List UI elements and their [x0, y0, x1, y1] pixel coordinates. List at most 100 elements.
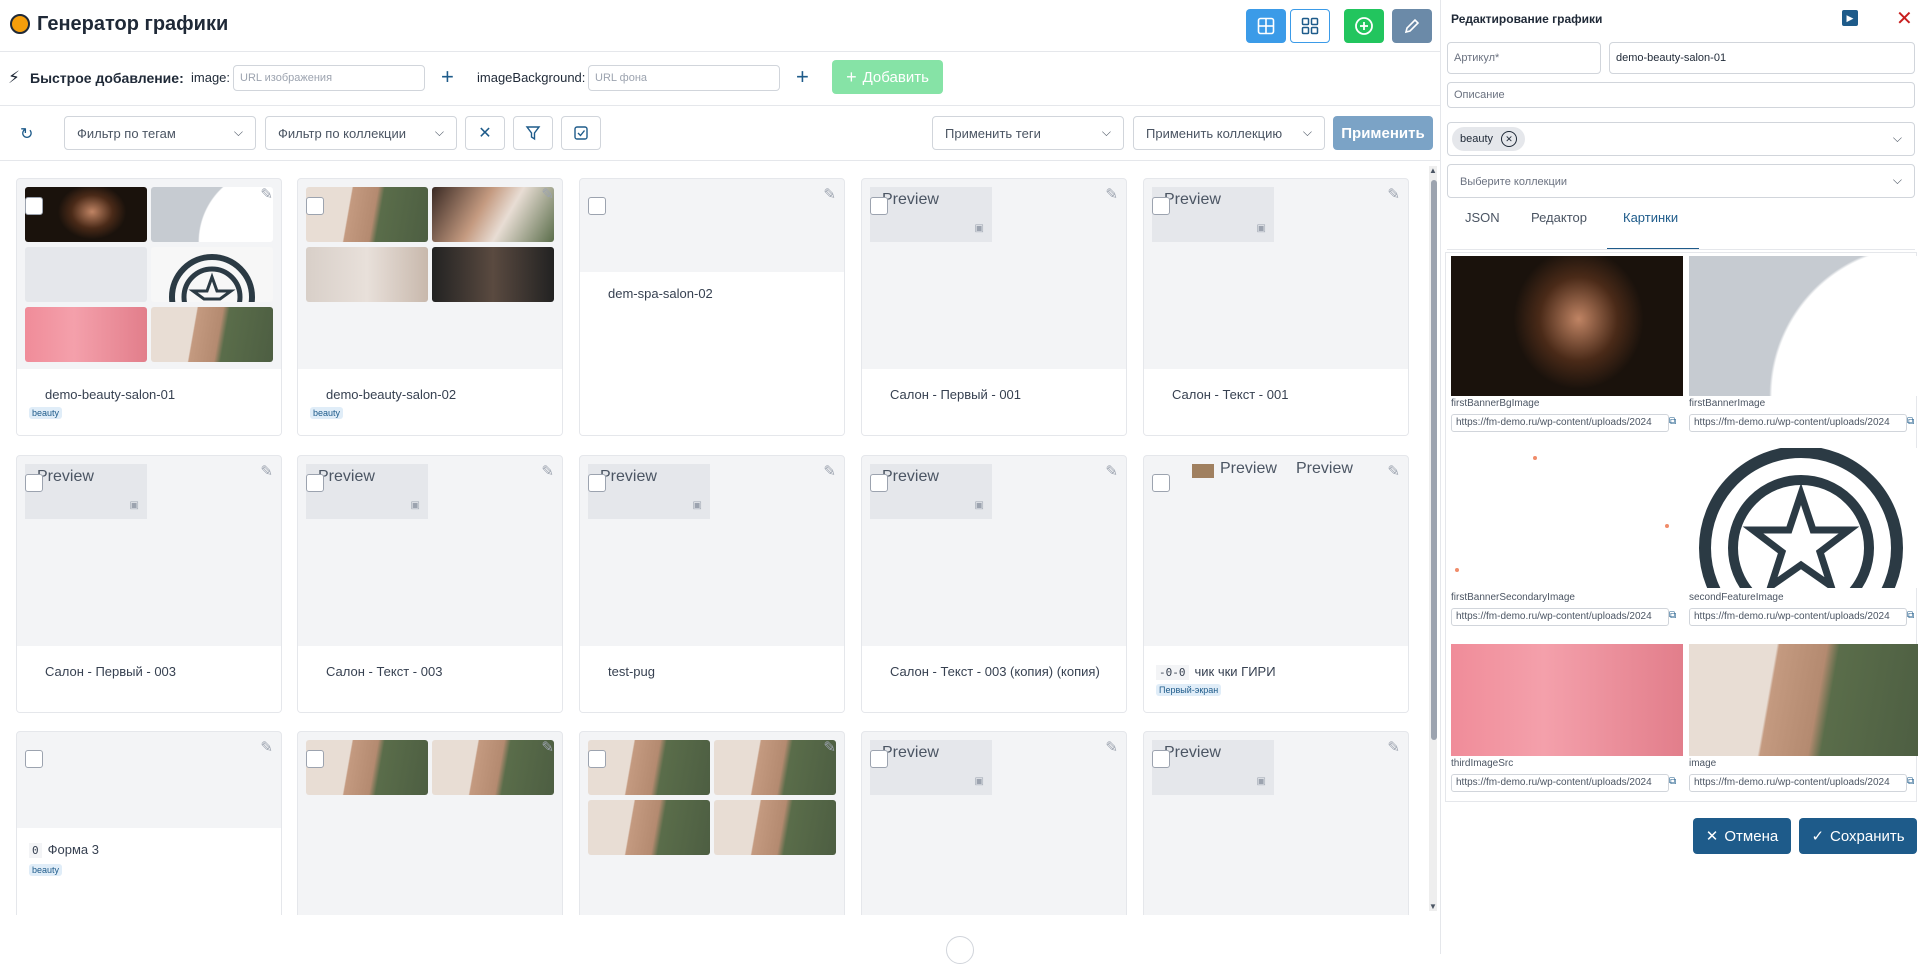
refresh-icon[interactable]: ↻ — [20, 124, 33, 144]
broken-preview-image: Preview ▣ — [306, 464, 428, 519]
copy-icon[interactable]: ⧉ — [1669, 416, 1676, 427]
card-checkbox[interactable] — [1152, 474, 1170, 492]
pencil-icon[interactable]: ✎ — [260, 738, 273, 756]
apply-button[interactable]: Применить — [1333, 116, 1433, 150]
pencil-icon[interactable]: ✎ — [1105, 462, 1118, 480]
clear-filters-button[interactable]: ✕ — [465, 116, 505, 150]
graphic-card[interactable]: Preview ▣ ✎ Салон - Текст - 001 — [1143, 178, 1409, 436]
image-url-field[interactable]: https://fm-demo.ru/wp-content/uploads/20… — [1689, 774, 1907, 792]
pencil-icon[interactable]: ✎ — [1387, 185, 1400, 203]
copy-icon[interactable]: ⧉ — [1669, 610, 1676, 621]
graphic-card[interactable]: Preview ▣ ✎ Салон - Текст - 003 (копия) (… — [861, 455, 1127, 713]
copy-icon[interactable]: ⧉ — [1669, 776, 1676, 787]
grid-view-small-button[interactable] — [1290, 9, 1330, 43]
card-checkbox[interactable] — [306, 474, 324, 492]
lightning-icon: ⚡ — [8, 68, 20, 87]
image-url-field[interactable]: https://fm-demo.ru/wp-content/uploads/20… — [1689, 608, 1907, 626]
apply-collection-select[interactable]: Применить коллекцию ⌵ — [1133, 116, 1325, 150]
graphic-card[interactable]: Preview ▣ ✎ Салон - Первый - 003 — [16, 455, 282, 713]
tab-json[interactable]: JSON — [1465, 210, 1500, 225]
devtools-icon[interactable] — [946, 936, 974, 964]
copy-icon[interactable]: ⧉ — [1907, 416, 1914, 427]
card-checkbox[interactable] — [1152, 750, 1170, 768]
add-image-plus-button[interactable]: + — [441, 66, 454, 88]
grid-view-large-button[interactable] — [1246, 9, 1286, 43]
graphic-card[interactable]: ✎ — [297, 731, 563, 915]
pencil-icon[interactable]: ✎ — [823, 185, 836, 203]
cancel-button[interactable]: ✕ Отмена — [1693, 818, 1791, 854]
card-checkbox[interactable] — [870, 750, 888, 768]
apply-tags-select[interactable]: Применить теги ⌵ — [932, 116, 1124, 150]
grid-large-icon — [1257, 17, 1275, 35]
copy-icon[interactable]: ⧉ — [1907, 610, 1914, 621]
card-title: Салон - Текст - 001 — [1172, 387, 1289, 402]
graphic-card[interactable]: Preview ▣ ✎ — [1143, 731, 1409, 915]
edit-mode-button[interactable] — [1392, 9, 1432, 43]
scroll-down-icon[interactable]: ▼ — [1429, 902, 1437, 911]
graphic-card[interactable]: ✎ 0 Форма 3 beauty — [16, 731, 282, 915]
collections-select[interactable]: Выберите коллекции ⌵ — [1447, 164, 1915, 198]
copy-icon[interactable]: ⧉ — [1907, 776, 1914, 787]
image-url-field[interactable]: https://fm-demo.ru/wp-content/uploads/20… — [1451, 414, 1669, 432]
graphic-card[interactable]: Preview ▣ ✎ Салон - Первый - 001 — [861, 178, 1127, 436]
graphic-card[interactable]: ✎ demo-beauty-salon-01 beauty — [16, 178, 282, 436]
create-button[interactable] — [1344, 9, 1384, 43]
pencil-icon[interactable]: ✎ — [823, 738, 836, 756]
pencil-icon[interactable]: ✎ — [541, 738, 554, 756]
card-checkbox[interactable] — [588, 474, 606, 492]
select-all-button[interactable] — [561, 116, 601, 150]
article-field[interactable]: Артикул* — [1447, 42, 1601, 74]
pencil-icon[interactable]: ✎ — [260, 462, 273, 480]
background-url-input[interactable]: URL фона — [588, 65, 780, 91]
pencil-icon[interactable]: ✎ — [1105, 185, 1118, 203]
tags-select[interactable]: beauty ✕ ⌵ — [1447, 122, 1915, 156]
add-button[interactable]: + Добавить — [832, 60, 943, 94]
graphic-card[interactable]: Preview ▣ ✎ test-pug — [579, 455, 845, 713]
graphic-card[interactable]: Preview ▣ ✎ Салон - Текст - 003 — [297, 455, 563, 713]
scrollbar-thumb[interactable] — [1431, 180, 1437, 740]
description-field[interactable]: Описание — [1447, 82, 1915, 108]
broken-preview-image: Preview ▣ — [1152, 740, 1274, 795]
tab-images[interactable]: Картинки — [1623, 210, 1678, 225]
article-value-field[interactable]: demo-beauty-salon-01 — [1609, 42, 1915, 74]
pencil-icon[interactable]: ✎ — [1387, 462, 1400, 480]
save-button[interactable]: ✓ Сохранить — [1799, 818, 1917, 854]
image-url-field[interactable]: https://fm-demo.ru/wp-content/uploads/20… — [1451, 608, 1669, 626]
filter-button[interactable] — [513, 116, 553, 150]
card-checkbox[interactable] — [870, 474, 888, 492]
tag-filter-select[interactable]: Фильтр по тегам ⌵ — [64, 116, 256, 150]
pencil-icon[interactable]: ✎ — [823, 462, 836, 480]
graphic-card[interactable]: ✎ — [579, 731, 845, 915]
remove-tag-icon[interactable]: ✕ — [1501, 131, 1518, 147]
image-url-field[interactable]: https://fm-demo.ru/wp-content/uploads/20… — [1689, 414, 1907, 432]
card-checkbox[interactable] — [588, 197, 606, 215]
image-url-field[interactable]: https://fm-demo.ru/wp-content/uploads/20… — [1451, 774, 1669, 792]
image-url-input[interactable]: URL изображения — [233, 65, 425, 91]
collection-filter-select[interactable]: Фильтр по коллекции ⌵ — [265, 116, 457, 150]
pencil-icon[interactable]: ✎ — [1387, 738, 1400, 756]
graphic-card[interactable]: ✎ dem-spa-salon-02 — [579, 178, 845, 436]
play-icon[interactable]: ▶ — [1842, 10, 1858, 26]
pencil-icon[interactable]: ✎ — [541, 462, 554, 480]
card-checkbox[interactable] — [25, 750, 43, 768]
graphic-card[interactable]: Preview Preview ✎ -0-0 чик чки ГИРИ Первый… — [1143, 455, 1409, 713]
pencil-icon[interactable]: ✎ — [541, 185, 554, 203]
card-checkbox[interactable] — [25, 474, 43, 492]
graphic-card[interactable]: ✎ demo-beauty-salon-02 beauty — [297, 178, 563, 436]
close-icon[interactable]: ✕ — [1896, 6, 1913, 31]
scroll-up-icon[interactable]: ▲ — [1429, 166, 1437, 175]
card-tag: beauty — [29, 864, 63, 876]
card-code: -0-0 — [1156, 665, 1189, 680]
card-checkbox[interactable] — [25, 197, 43, 215]
close-icon: ✕ — [478, 125, 492, 142]
tab-editor[interactable]: Редактор — [1531, 210, 1587, 225]
card-checkbox[interactable] — [1152, 197, 1170, 215]
card-checkbox[interactable] — [306, 197, 324, 215]
card-checkbox[interactable] — [588, 750, 606, 768]
graphic-card[interactable]: Preview ▣ ✎ — [861, 731, 1127, 915]
pencil-icon[interactable]: ✎ — [260, 185, 273, 203]
card-checkbox[interactable] — [306, 750, 324, 768]
add-background-plus-button[interactable]: + — [796, 66, 809, 88]
card-checkbox[interactable] — [870, 197, 888, 215]
pencil-icon[interactable]: ✎ — [1105, 738, 1118, 756]
